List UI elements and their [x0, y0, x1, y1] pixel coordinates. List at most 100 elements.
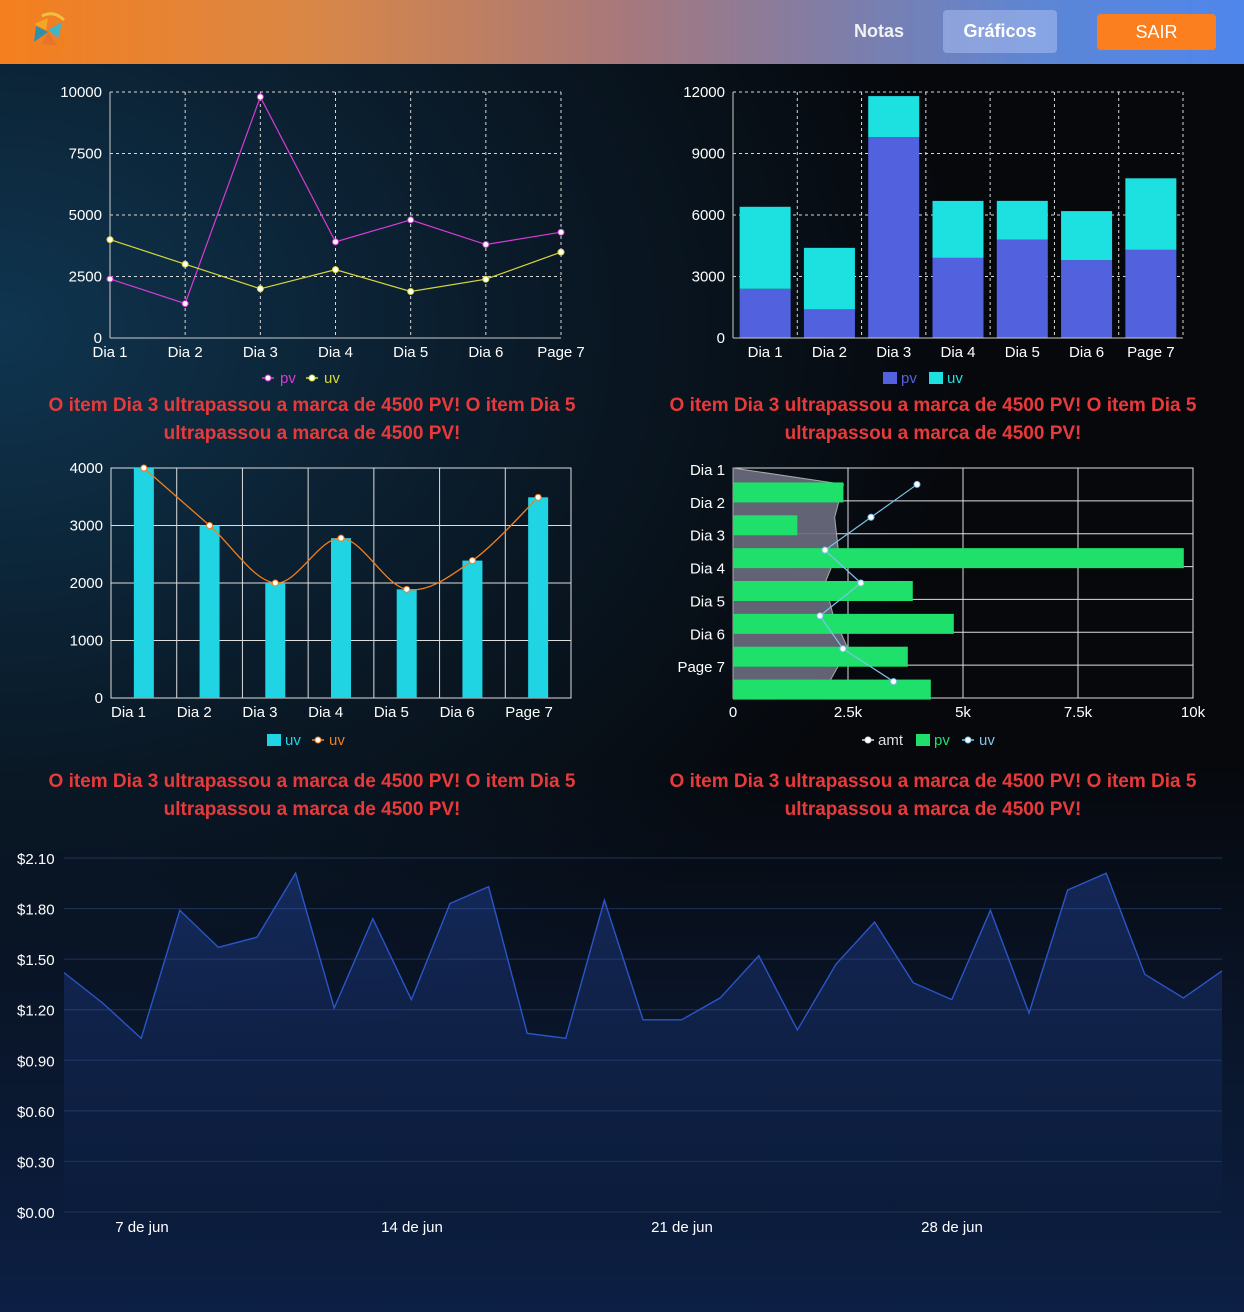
y-tick-label: 10000 — [60, 84, 102, 101]
x-tick-label: 28 de jun — [921, 1219, 983, 1236]
y-tick-label: $0.00 — [17, 1205, 55, 1222]
bar-pv — [1125, 249, 1177, 338]
point-uv — [181, 260, 189, 268]
point-uv — [482, 275, 490, 283]
legend-label-pv: pv — [901, 370, 917, 387]
bar-pv — [1061, 260, 1113, 338]
y-tick-label: Dia 2 — [690, 495, 725, 512]
horizontal-composed-chart: 0 2.5k 5k 7.5k 10k Dia 1 Dia 2 Dia 3 Dia 4 Dia 5 D… — [677, 462, 1205, 749]
x-tick-label: 7.5k — [1064, 704, 1093, 721]
y-tick-label: 6000 — [692, 207, 725, 224]
x-tick-label: Dia 4 — [940, 344, 975, 361]
x-tick-label: Page 7 — [1127, 344, 1175, 361]
y-tick-label: 3000 — [692, 269, 725, 286]
y-tick-label: Dia 3 — [690, 528, 725, 545]
y-tick-label: 0 — [717, 330, 725, 347]
bar-pv — [733, 548, 1184, 569]
bar-pv — [733, 482, 844, 503]
y-tick-label: 0 — [95, 690, 103, 707]
alert-message-1: O item Dia 3 ultrapassou a marca de 4500… — [48, 395, 576, 444]
bar-pv — [733, 515, 798, 536]
point-uv — [816, 612, 824, 620]
point-uv — [271, 579, 279, 587]
x-tick-label: Dia 5 — [374, 704, 409, 721]
point-pv — [106, 275, 114, 283]
y-tick-label: 1000 — [70, 633, 103, 650]
area-chart-price: $0.00 $0.30 $0.60 $0.90 $1.20 $1.50 $1.80 $2.10… — [17, 851, 1223, 1236]
bar-pv — [996, 239, 1048, 338]
bar-uv — [396, 589, 417, 698]
bar-uv — [528, 497, 549, 698]
x-tick-label: Dia 2 — [812, 344, 847, 361]
bar-pv — [733, 581, 913, 601]
x-tick-label: Dia 2 — [168, 344, 203, 361]
point-uv — [534, 493, 542, 501]
y-tick-label: 5000 — [69, 207, 102, 224]
y-tick-label: 9000 — [692, 146, 725, 163]
x-tick-label: Page 7 — [505, 704, 553, 721]
x-tick-label: 2.5k — [834, 704, 863, 721]
legend-label-uv: uv — [947, 370, 963, 387]
point-pv — [332, 238, 339, 246]
y-tick-label: Dia 1 — [690, 462, 725, 479]
legend-label-pv: pv — [280, 370, 296, 387]
y-tick-label: Dia 5 — [690, 593, 725, 610]
x-tick-label: Dia 1 — [92, 344, 127, 361]
bar-pv — [733, 613, 954, 634]
app-logo-icon[interactable] — [24, 8, 72, 56]
legend-marker-uv — [964, 736, 972, 744]
bar-uv — [996, 200, 1048, 240]
x-tick-label: 7 de jun — [115, 1219, 168, 1236]
x-tick-label: Dia 4 — [308, 704, 343, 721]
legend-label-uv: uv — [324, 370, 340, 387]
point-uv — [403, 585, 411, 593]
point-uv — [821, 546, 829, 554]
y-tick-label: $1.20 — [17, 1003, 55, 1020]
x-tick-label: Dia 1 — [748, 344, 783, 361]
x-tick-label: Dia 3 — [242, 704, 277, 721]
bar-pv — [932, 257, 984, 338]
nav-notas-link[interactable]: Notas — [836, 10, 922, 53]
x-tick-label: Dia 5 — [1005, 344, 1040, 361]
y-tick-label: 12000 — [683, 84, 725, 101]
legend-label-uv: uv — [979, 732, 995, 749]
alert-message-2: O item Dia 3 ultrapassou a marca de 4500… — [669, 395, 1197, 444]
y-tick-label: $0.90 — [17, 1053, 55, 1070]
alert-message-3: O item Dia 3 ultrapassou a marca de 4500… — [48, 771, 576, 820]
logout-button[interactable]: SAIR — [1097, 14, 1216, 50]
point-uv — [256, 285, 264, 293]
legend-label-amt: amt — [878, 732, 904, 749]
bar-uv — [868, 96, 920, 138]
point-uv — [839, 645, 847, 653]
y-tick-label: $0.30 — [17, 1154, 55, 1171]
bar-uv — [739, 206, 791, 289]
point-uv — [557, 248, 565, 256]
bar-uv — [133, 468, 154, 698]
bar-uv — [803, 247, 855, 310]
x-tick-label: Dia 5 — [393, 344, 428, 361]
bar-uv — [932, 200, 984, 258]
bar-uv — [1061, 211, 1113, 261]
bar-uv — [265, 583, 286, 698]
point-pv — [181, 300, 189, 308]
point-uv — [140, 464, 148, 472]
point-uv — [857, 579, 865, 587]
series-area-fill — [64, 873, 1222, 1212]
alert-message-4: O item Dia 3 ultrapassou a marca de 4500… — [669, 771, 1197, 820]
y-tick-label: Dia 4 — [690, 561, 725, 578]
bar-pv — [739, 288, 791, 338]
point-pv — [557, 228, 565, 236]
y-tick-label: $1.80 — [17, 902, 55, 919]
x-tick-label: Dia 6 — [1069, 344, 1104, 361]
y-tick-label: 7500 — [69, 146, 102, 163]
legend-swatch-pv — [883, 372, 897, 384]
x-tick-label: Dia 4 — [318, 344, 353, 361]
point-uv — [206, 522, 214, 529]
nav-graficos-link[interactable]: Gráficos — [943, 10, 1057, 53]
point-uv — [332, 266, 339, 274]
x-tick-label: Dia 6 — [440, 704, 475, 721]
point-uv — [890, 678, 898, 686]
point-uv — [407, 288, 415, 296]
x-tick-label: Dia 1 — [111, 704, 146, 721]
bar-pv — [868, 137, 920, 338]
